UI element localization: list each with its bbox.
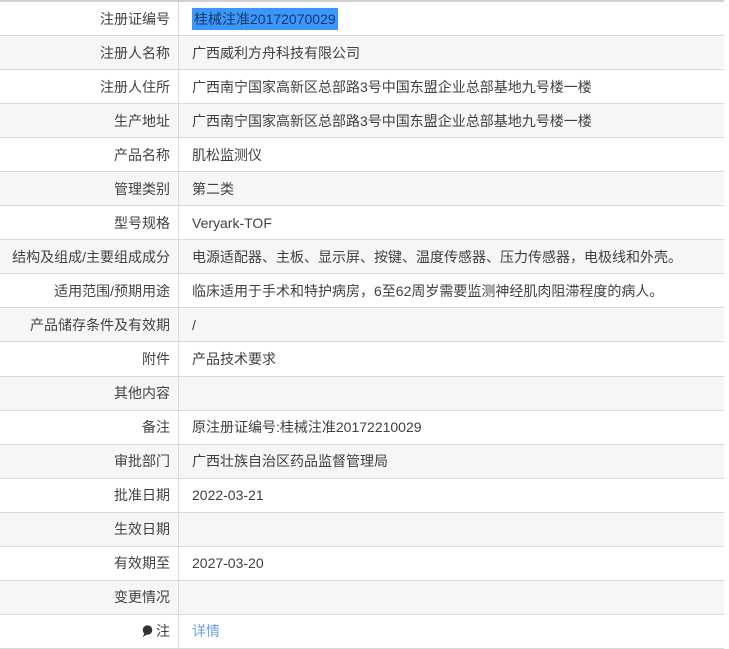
row-label-cell: 生产地址 [0, 104, 178, 137]
row-label: 结构及组成/主要组成成分 [12, 247, 170, 267]
row-label-cell: 适用范围/预期用途 [0, 274, 178, 307]
table-row: 注册人住所 广西南宁国家高新区总部路3号中国东盟企业总部基地九号楼一楼 [0, 70, 724, 104]
selected-registration-number: 桂械注准20172070029 [192, 8, 338, 30]
row-value: 广西南宁国家高新区总部路3号中国东盟企业总部基地九号楼一楼 [192, 111, 592, 131]
row-value-cell: 广西南宁国家高新区总部路3号中国东盟企业总部基地九号楼一楼 [178, 104, 724, 137]
row-label-cell: 注册人名称 [0, 36, 178, 69]
row-label: 注册人名称 [100, 43, 170, 63]
row-label-cell: 生效日期 [0, 513, 178, 546]
row-label-cell: 结构及组成/主要组成成分 [0, 240, 178, 273]
row-value-cell: 肌松监测仪 [178, 138, 724, 171]
row-value: 原注册证编号:桂械注准20172210029 [192, 417, 422, 437]
row-value: 肌松监测仪 [192, 145, 262, 165]
row-value-cell: 2022-03-21 [178, 479, 724, 512]
row-value-cell: Veryark-TOF [178, 206, 724, 239]
row-value: 临床适用于手术和特护病房，6至62周岁需要监测神经肌肉阻滞程度的病人。 [192, 281, 663, 301]
row-value: 广西威利方舟科技有限公司 [192, 43, 360, 63]
table-row: 批准日期 2022-03-21 [0, 479, 724, 513]
row-value-cell: 临床适用于手术和特护病房，6至62周岁需要监测神经肌肉阻滞程度的病人。 [178, 274, 724, 307]
row-value-cell: 2027-03-20 [178, 547, 724, 580]
row-label: 附件 [142, 349, 170, 369]
row-label: 变更情况 [114, 587, 170, 607]
row-value-cell: 广西壮族自治区药品监督管理局 [178, 445, 724, 478]
row-label-cell: 管理类别 [0, 172, 178, 205]
row-label-cell: 变更情况 [0, 581, 178, 614]
table-row: 管理类别 第二类 [0, 172, 724, 206]
row-label-cell: 其他内容 [0, 377, 178, 410]
row-value: Veryark-TOF [192, 215, 272, 231]
row-value: 广西壮族自治区药品监督管理局 [192, 451, 388, 471]
row-label-cell: 批准日期 [0, 479, 178, 512]
row-value: 第二类 [192, 179, 234, 199]
table-row: 结构及组成/主要组成成分 电源适配器、主板、显示屏、按键、温度传感器、压力传感器… [0, 240, 724, 274]
detail-link[interactable]: 详情 [192, 621, 220, 641]
row-label: 其他内容 [114, 383, 170, 403]
row-label: 管理类别 [114, 179, 170, 199]
row-value: / [192, 317, 196, 333]
table-row: 适用范围/预期用途 临床适用于手术和特护病房，6至62周岁需要监测神经肌肉阻滞程… [0, 274, 724, 308]
row-label: 生效日期 [114, 519, 170, 539]
row-value: 产品技术要求 [192, 349, 276, 369]
table-row: 备注 原注册证编号:桂械注准20172210029 [0, 411, 724, 445]
table-row: 附件 产品技术要求 [0, 342, 724, 376]
row-value-cell: 原注册证编号:桂械注准20172210029 [178, 411, 724, 444]
row-label: 审批部门 [114, 451, 170, 471]
table-row: 有效期至 2027-03-20 [0, 547, 724, 581]
table-row: 型号规格 Veryark-TOF [0, 206, 724, 240]
row-value-cell: 详情 [178, 615, 724, 648]
row-label-cell: 有效期至 [0, 547, 178, 580]
table-row: 其他内容 [0, 377, 724, 411]
table-row: 生产地址 广西南宁国家高新区总部路3号中国东盟企业总部基地九号楼一楼 [0, 104, 724, 138]
table-row: 生效日期 [0, 513, 724, 547]
table-row: 产品名称 肌松监测仪 [0, 138, 724, 172]
row-label: 备注 [142, 417, 170, 437]
row-label: 注册证编号 [100, 9, 170, 29]
row-label: 注 [156, 621, 170, 641]
row-value-cell: / [178, 308, 724, 341]
note-balloon-icon [141, 624, 154, 638]
row-value-cell [178, 377, 724, 410]
row-label: 批准日期 [114, 485, 170, 505]
row-label: 型号规格 [114, 213, 170, 233]
row-label-cell: 注册证编号 [0, 2, 178, 35]
row-label: 生产地址 [114, 111, 170, 131]
row-label: 适用范围/预期用途 [54, 281, 170, 301]
row-value-cell: 广西南宁国家高新区总部路3号中国东盟企业总部基地九号楼一楼 [178, 70, 724, 103]
row-value-cell: 广西威利方舟科技有限公司 [178, 36, 724, 69]
row-value-cell [178, 581, 724, 614]
row-value-cell: 桂械注准20172070029 [178, 2, 724, 35]
row-label: 注册人住所 [100, 77, 170, 97]
row-value-cell: 产品技术要求 [178, 342, 724, 375]
row-label-cell: 注 [0, 615, 178, 648]
row-label: 产品储存条件及有效期 [30, 315, 170, 335]
table-row: 注册人名称 广西威利方舟科技有限公司 [0, 36, 724, 70]
row-label-cell: 产品储存条件及有效期 [0, 308, 178, 341]
registration-table: 注册证编号 桂械注准20172070029 注册人名称 广西威利方舟科技有限公司… [0, 0, 724, 649]
row-label-cell: 型号规格 [0, 206, 178, 239]
row-value-cell: 电源适配器、主板、显示屏、按键、温度传感器、压力传感器，电极线和外壳。 [178, 240, 724, 273]
row-label-cell: 产品名称 [0, 138, 178, 171]
row-label-cell: 注册人住所 [0, 70, 178, 103]
table-row: 产品储存条件及有效期 / [0, 308, 724, 342]
row-value: 广西南宁国家高新区总部路3号中国东盟企业总部基地九号楼一楼 [192, 77, 592, 97]
row-label-cell: 附件 [0, 342, 178, 375]
row-label-cell: 备注 [0, 411, 178, 444]
row-label-cell: 审批部门 [0, 445, 178, 478]
row-value: 2022-03-21 [192, 487, 264, 503]
table-row: 注 详情 [0, 615, 724, 649]
row-label: 有效期至 [114, 553, 170, 573]
row-label: 产品名称 [114, 145, 170, 165]
table-row: 变更情况 [0, 581, 724, 615]
table-row: 审批部门 广西壮族自治区药品监督管理局 [0, 445, 724, 479]
row-value-cell: 第二类 [178, 172, 724, 205]
row-value-cell [178, 513, 724, 546]
row-value: 2027-03-20 [192, 555, 264, 571]
row-value: 电源适配器、主板、显示屏、按键、温度传感器、压力传感器，电极线和外壳。 [192, 247, 682, 267]
table-row: 注册证编号 桂械注准20172070029 [0, 2, 724, 36]
